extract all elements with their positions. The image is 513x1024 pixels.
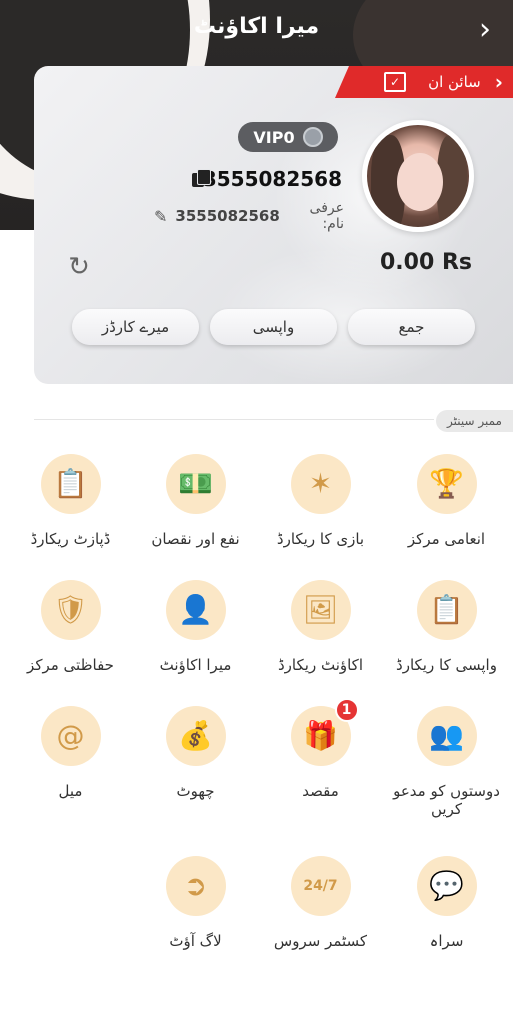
grid-label: میرا اکاؤنٹ [159,656,232,674]
grid-label: چھوٹ [176,782,215,800]
grid-label: اکاؤنٹ ریکارڈ [278,656,363,674]
refresh-icon[interactable]: ↻ [66,254,92,280]
uid-row: 3555082568 [192,164,342,194]
deposit-record-icon: 📋 [40,454,101,514]
back-button[interactable]: › [471,12,499,47]
grid-label: لاگ آؤٹ [169,932,222,950]
grid-item-rebate[interactable]: 💰 چھوٹ [133,706,258,826]
grid-label: بازی کا ریکارڈ [276,530,365,548]
grid-label: نفع اور نقصان [151,530,240,548]
withdraw-button[interactable]: واپسی [210,309,337,345]
trophy-icon: 🏆 [416,454,477,514]
grid-item-account-record[interactable]: 🖼 اکاؤنٹ ریکارڈ [258,580,383,700]
vip-label: VIP0 [253,127,295,147]
divider [34,419,434,420]
deposit-button[interactable]: جمع [348,309,475,345]
avatar[interactable] [362,120,474,232]
grid-label: دوستوں کو مدعو کریں [393,782,500,818]
user-id: 3555082568 [202,167,342,191]
mail-at-icon: @ [40,706,101,766]
balance: 0.00 Rs [380,250,472,275]
checkbox-icon: ✓ [384,72,407,92]
signin-label: سائن ان [428,73,481,91]
grid-label: مقصد [302,782,339,800]
grid-item-security-center[interactable]: 🛡 حفاظتی مرکز [8,580,133,700]
page-title: میرا اکاؤنٹ [193,14,320,39]
grid-label: میل [58,782,83,800]
grid-item-mail[interactable]: @ میل [8,706,133,826]
notification-badge: 1 [334,698,359,722]
grid-item-customer-service[interactable]: 24/7 کسٹمر سروس [258,856,383,976]
medal-icon [302,127,323,147]
grid-item-withdraw-record[interactable]: 📋 واپسی کا ریکارڈ [384,580,509,700]
game-record-icon: ✶ [290,454,351,514]
user-icon: 👤 [165,580,226,640]
nickname-row: عرفی نام: 3555082568 ✎ [154,200,344,232]
grid-item-my-account[interactable]: 👤 میرا اکاؤنٹ [133,580,258,700]
logout-icon: ➲ [165,856,226,916]
profit-loss-icon: 💵 [165,454,226,514]
nickname-value: 3555082568 [175,207,280,225]
grid-item-invite-friends[interactable]: 👥 دوستوں کو مدعو کریں [384,706,509,826]
avatar-face [397,153,443,211]
signin-button[interactable]: ‹ سائن ان ✓ [335,66,513,98]
customer-service-icon: 24/7 [290,856,351,916]
grid-item-game-record[interactable]: ✶ بازی کا ریکارڈ [258,454,383,574]
grid-label: انعامی مرکز [407,530,486,548]
account-record-icon: 🖼 [290,580,351,640]
grid-item-deposit-record[interactable]: 📋 ڈپازٹ ریکارڈ [8,454,133,574]
withdraw-record-icon: 📋 [416,580,477,640]
grid-label: واپسی کا ریکارڈ [396,656,497,674]
invite-friend-icon: 👥 [416,706,477,766]
coins-icon: 💰 [165,706,226,766]
feedback-icon: 💬 [416,856,477,916]
chevron-left-icon: ‹ [494,70,503,94]
grid-item-rewards-center[interactable]: 🏆 انعامی مرکز [384,454,509,574]
copy-icon[interactable] [192,169,210,189]
gift-icon: 🎁 1 [290,698,359,766]
grid-item-logout[interactable]: ➲ لاگ آؤٹ [133,856,258,976]
grid-item-feedback[interactable]: 💬 سراہ [384,856,509,976]
shield-icon: 🛡 [40,580,101,640]
grid-item-profit-loss[interactable]: 💵 نفع اور نقصان [133,454,258,574]
member-center-title: ممبر سینٹر [436,410,513,432]
grid-label: ڈپازٹ ریکارڈ [30,530,111,548]
nickname-label: عرفی نام: [309,200,344,232]
vip-badge: VIP0 [238,122,338,152]
chevron-right-icon: › [479,12,491,47]
grid-label: کسٹمر سروس [273,932,368,950]
pencil-icon[interactable]: ✎ [154,207,167,226]
grid-label: حفاظتی مرکز [27,656,114,674]
grid-item-mission[interactable]: 🎁 1 مقصد [258,698,383,826]
grid-label: سراہ [429,932,464,950]
my-cards-button[interactable]: میرے کارڈز [72,309,199,345]
